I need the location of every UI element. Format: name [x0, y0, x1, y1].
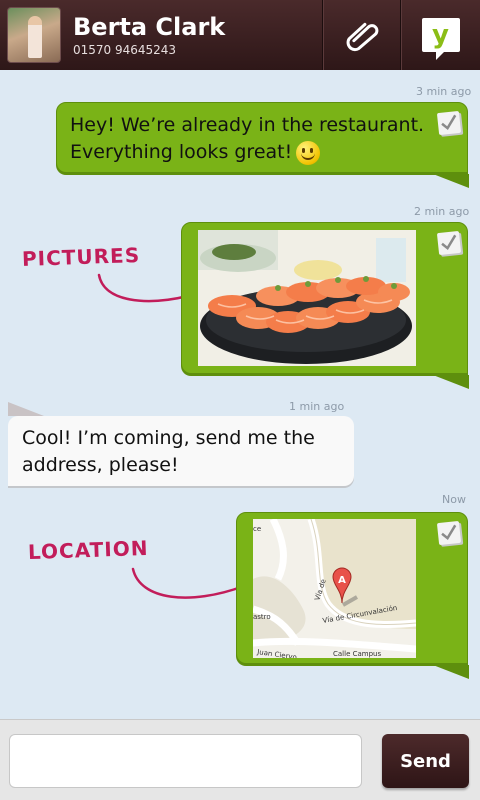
outgoing-location-bubble[interactable]: Vía de Vía de Circunvalación Calle Campu… [236, 512, 468, 664]
conversation-header: Berta Clark 01570 94645243 y [0, 0, 480, 70]
message-timestamp: 2 min ago [414, 205, 470, 218]
contact-phone: 01570 94645243 [73, 42, 177, 57]
svg-text:A: A [338, 575, 346, 586]
bubble-tail [433, 375, 469, 389]
annotation-pictures: PICTURES [21, 242, 141, 272]
paperclip-icon [346, 22, 378, 52]
outgoing-picture-bubble[interactable] [181, 222, 468, 374]
annotation-location: LOCATION [27, 535, 149, 565]
attach-button[interactable] [322, 0, 400, 70]
outgoing-message-bubble[interactable]: Hey! We’re already in the restaurant. Ev… [56, 102, 468, 173]
shared-photo[interactable] [198, 230, 416, 366]
message-text: address, please! [22, 454, 179, 476]
message-text: Hey! We’re already in the restaurant. [70, 114, 425, 136]
smiley-icon [296, 140, 321, 165]
delivered-check-icon [436, 520, 462, 546]
app-menu-button[interactable]: y [400, 0, 480, 70]
message-text: Everything looks great! [70, 141, 293, 163]
incoming-message-bubble[interactable]: Cool! I’m coming, send me the address, p… [8, 416, 354, 486]
message-timestamp: Now [442, 493, 466, 506]
annotation-arrow [131, 567, 246, 599]
send-button[interactable]: Send [382, 734, 469, 788]
map-street-label: astro [253, 613, 271, 621]
bubble-tail [8, 402, 44, 416]
annotation-arrow [97, 273, 190, 303]
contact-avatar[interactable] [7, 7, 61, 63]
map-street-label: Calle Campus [333, 650, 381, 658]
contact-name: Berta Clark [73, 12, 226, 41]
bubble-tail [433, 174, 469, 188]
delivered-check-icon [436, 110, 462, 136]
message-composer: Send [0, 719, 480, 800]
message-timestamp: 3 min ago [416, 85, 472, 98]
message-input[interactable] [9, 734, 362, 788]
delivered-check-icon [436, 230, 462, 256]
bubble-tail [433, 665, 469, 679]
yappy-logo-icon: y [421, 18, 460, 60]
location-map[interactable]: Vía de Vía de Circunvalación Calle Campu… [253, 519, 416, 658]
contact-info[interactable]: Berta Clark 01570 94645243 [0, 0, 322, 70]
message-text: Cool! I’m coming, send me the [22, 427, 315, 449]
map-street-label: ce [253, 525, 261, 533]
message-timestamp: 1 min ago [289, 400, 345, 413]
